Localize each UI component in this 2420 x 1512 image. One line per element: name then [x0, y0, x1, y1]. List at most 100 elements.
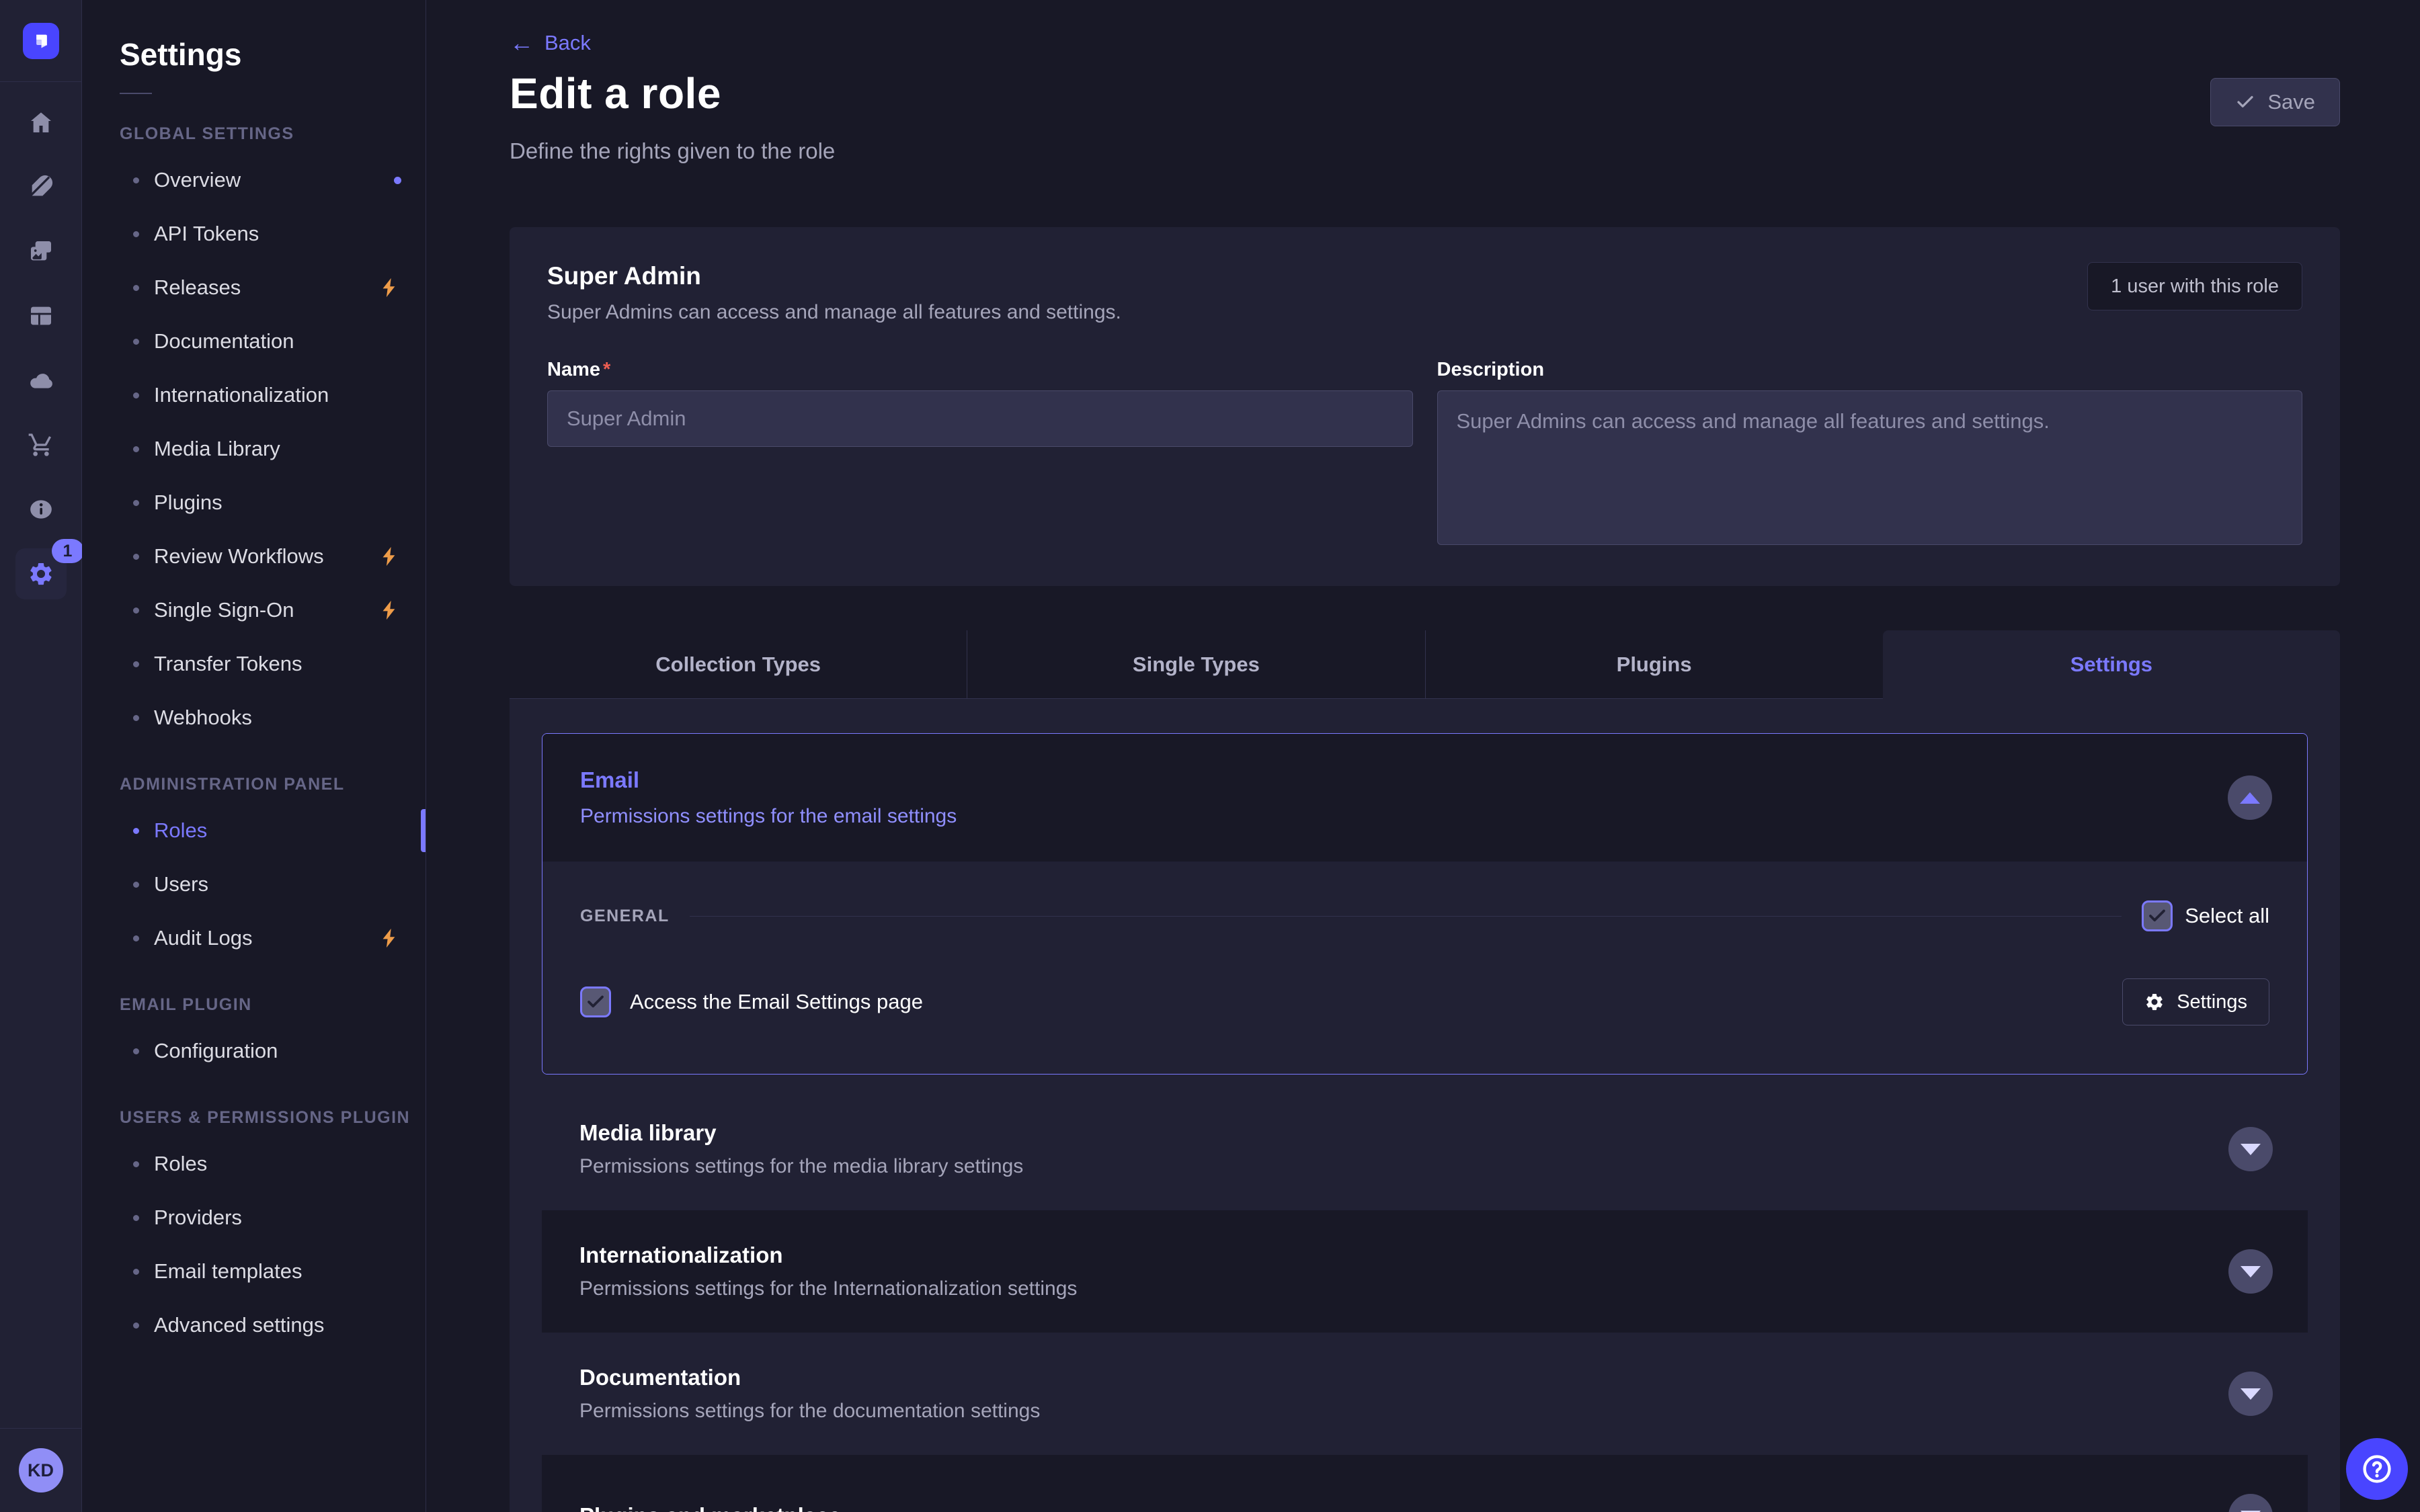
permission-checkbox[interactable]: [580, 986, 611, 1017]
rail-item-info[interactable]: [0, 477, 82, 542]
expand-button[interactable]: [2228, 1494, 2273, 1512]
section-heading: GLOBAL SETTINGS: [82, 94, 426, 153]
chevron-down-icon: [2241, 1388, 2261, 1400]
expand-button[interactable]: [2228, 1127, 2273, 1171]
icon-rail: 1 KD: [0, 0, 82, 1512]
collapse-button[interactable]: [2228, 775, 2272, 820]
rail-item-media-images[interactable]: [0, 219, 82, 284]
lightning-icon: [378, 545, 401, 568]
rail-item-content-feather[interactable]: [0, 155, 82, 219]
info-icon: [28, 496, 54, 523]
settings-subnav: Settings GLOBAL SETTINGSOverviewAPI Toke…: [82, 0, 426, 1512]
sidebar-item-label: Audit Logs: [154, 926, 253, 950]
rail-item-highlight: [15, 226, 67, 277]
permission-settings-button[interactable]: Settings: [2122, 978, 2269, 1025]
tab-settings[interactable]: Settings: [1883, 630, 2340, 699]
lightning-icon-wrap: [378, 927, 401, 950]
rail-item-home[interactable]: [0, 90, 82, 155]
permissions-tabs: Collection TypesSingle TypesPluginsSetti…: [510, 630, 2340, 699]
marketplace-cart-icon: [28, 431, 54, 458]
lightning-icon-wrap: [378, 276, 401, 299]
avatar[interactable]: KD: [19, 1448, 63, 1493]
accordion-email-title: Email: [580, 767, 2269, 793]
sidebar-item-label: Advanced settings: [154, 1313, 324, 1337]
accordion-plugins-and-marketplace[interactable]: Plugins and marketplace: [542, 1455, 2308, 1512]
sidebar-item-label: Documentation: [154, 329, 294, 353]
bullet-dot: [133, 935, 139, 941]
sidebar-item-advanced-settings[interactable]: Advanced settings: [82, 1298, 426, 1352]
sidebar-item-overview[interactable]: Overview: [82, 153, 426, 207]
rail-item-cloud[interactable]: [0, 348, 82, 413]
sidebar-item-webhooks[interactable]: Webhooks: [82, 691, 426, 745]
sidebar-item-users[interactable]: Users: [82, 857, 426, 911]
rail-item-highlight: [15, 290, 67, 341]
description-textarea[interactable]: Super Admins can access and manage all f…: [1437, 390, 2303, 545]
bullet-dot: [133, 446, 139, 452]
chevron-up-icon: [2240, 792, 2260, 804]
name-input[interactable]: [547, 390, 1413, 447]
notification-dot: [394, 177, 401, 184]
accordion-media-library[interactable]: Media libraryPermissions settings for th…: [542, 1088, 2308, 1210]
lightning-icon-wrap: [378, 545, 401, 568]
subnav-section-email-plugin: EMAIL PLUGIN Configuration: [82, 965, 426, 1078]
expand-button[interactable]: [2228, 1249, 2273, 1294]
help-button[interactable]: [2346, 1438, 2408, 1500]
tab-single-types[interactable]: Single Types: [967, 630, 1424, 699]
sidebar-item-roles[interactable]: Roles: [82, 1137, 426, 1191]
sidebar-item-releases[interactable]: Releases: [82, 261, 426, 314]
sidebar-item-label: Configuration: [154, 1039, 278, 1063]
accordion-documentation[interactable]: DocumentationPermissions settings for th…: [542, 1333, 2308, 1455]
check-icon: [586, 992, 606, 1012]
sidebar-item-label: Users: [154, 872, 208, 896]
role-card-header: Super Admin Super Admins can access and …: [547, 262, 2302, 324]
rail-item-settings-gear[interactable]: 1: [0, 542, 82, 606]
description-field-label: Description: [1437, 359, 2303, 381]
save-button[interactable]: Save: [2210, 78, 2340, 126]
expand-button[interactable]: [2228, 1372, 2273, 1416]
sidebar-item-internationalization[interactable]: Internationalization: [82, 368, 426, 422]
sidebar-item-transfer-tokens[interactable]: Transfer Tokens: [82, 637, 426, 691]
accordion-email-header[interactable]: Email Permissions settings for the email…: [542, 734, 2307, 862]
section-heading: EMAIL PLUGIN: [82, 965, 426, 1024]
bullet-dot: [133, 339, 139, 345]
sidebar-item-plugins[interactable]: Plugins: [82, 476, 426, 530]
sidebar-item-providers[interactable]: Providers: [82, 1191, 426, 1245]
tab-plugins[interactable]: Plugins: [1425, 630, 1883, 699]
accordion-subtitle: Permissions settings for the documentati…: [579, 1400, 2308, 1423]
sidebar-item-audit-logs[interactable]: Audit Logs: [82, 911, 426, 965]
users-with-role-button[interactable]: 1 user with this role: [2087, 262, 2302, 310]
sidebar-item-label: Review Workflows: [154, 544, 324, 569]
back-link[interactable]: ← Back: [510, 31, 591, 55]
check-icon: [2147, 906, 2167, 926]
description-field-group: Description Super Admins can access and …: [1437, 359, 2303, 548]
tab-collection-types[interactable]: Collection Types: [510, 630, 967, 699]
page-header: Edit a role Save: [510, 69, 2340, 126]
rail-item-marketplace-cart[interactable]: [0, 413, 82, 477]
strapi-logo-icon: [31, 31, 51, 51]
bullet-dot: [133, 661, 139, 667]
notification-dot-wrap: [394, 177, 401, 184]
lightning-icon-wrap: [378, 599, 401, 622]
sidebar-item-label: Overview: [154, 168, 241, 192]
role-description-text: Super Admins can access and manage all f…: [547, 301, 1121, 324]
accordion-email: Email Permissions settings for the email…: [542, 733, 2308, 1075]
sidebar-item-email-templates[interactable]: Email templates: [82, 1245, 426, 1298]
accordion-title: Internationalization: [579, 1243, 2308, 1268]
strapi-logo[interactable]: [23, 23, 59, 59]
select-all-checkbox[interactable]: [2142, 900, 2173, 931]
sidebar-item-documentation[interactable]: Documentation: [82, 314, 426, 368]
sidebar-item-api-tokens[interactable]: API Tokens: [82, 207, 426, 261]
cloud-icon: [28, 367, 54, 394]
settings-gear-icon: [28, 560, 54, 587]
rail-item-layout[interactable]: [0, 284, 82, 348]
sidebar-item-roles[interactable]: Roles: [82, 804, 426, 857]
accordion-internationalization[interactable]: InternationalizationPermissions settings…: [542, 1210, 2308, 1333]
bullet-dot: [133, 1269, 139, 1275]
sidebar-item-configuration[interactable]: Configuration: [82, 1024, 426, 1078]
sidebar-item-single-sign-on[interactable]: Single Sign-On: [82, 583, 426, 637]
icon-rail-footer: KD: [0, 1429, 81, 1512]
sidebar-item-review-workflows[interactable]: Review Workflows: [82, 530, 426, 583]
sidebar-item-label: Transfer Tokens: [154, 652, 302, 676]
bullet-dot: [133, 500, 139, 506]
sidebar-item-media-library[interactable]: Media Library: [82, 422, 426, 476]
